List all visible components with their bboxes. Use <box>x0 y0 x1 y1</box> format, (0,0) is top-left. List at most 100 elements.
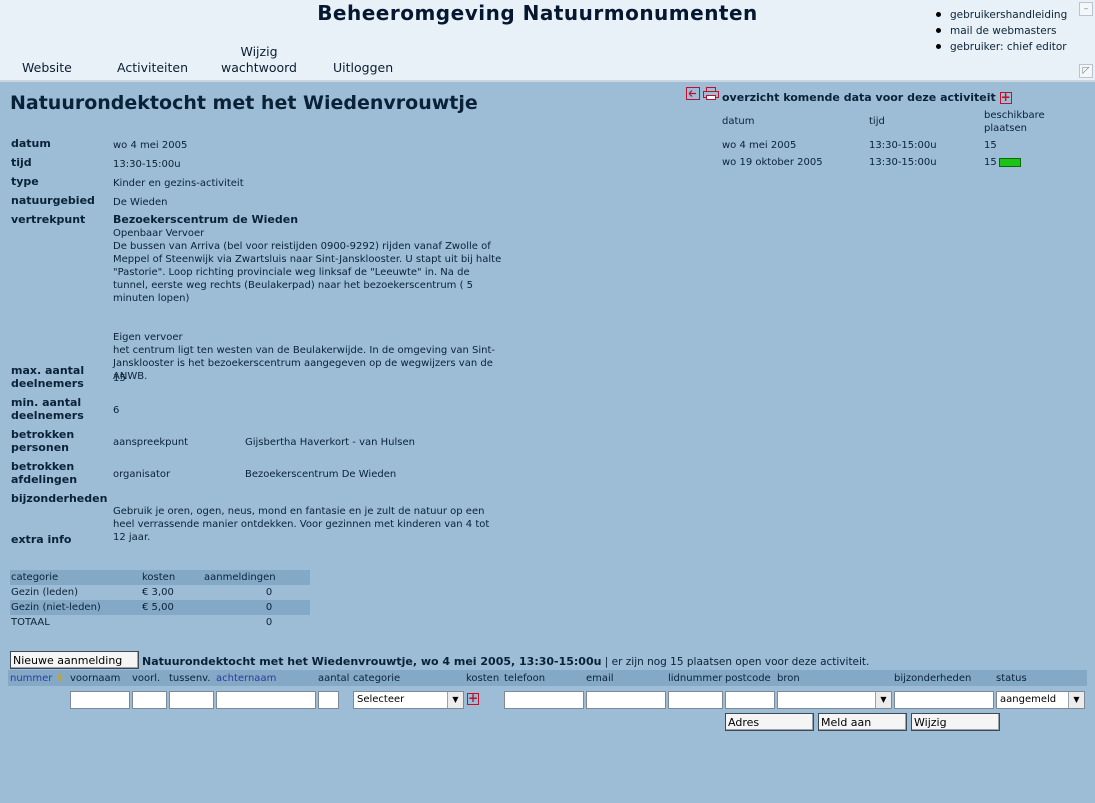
label-type: type <box>11 175 39 188</box>
header-achternaam[interactable]: achternaam <box>216 673 276 684</box>
bullet-icon <box>936 12 941 17</box>
nav-website[interactable]: Website <box>22 60 72 76</box>
header-tussenv: tussenv. <box>169 673 211 684</box>
table-row: Gezin (niet-leden) € 5,00 0 <box>10 600 310 615</box>
label-vertrekpunt: vertrekpunt <box>11 213 86 226</box>
header-status: status <box>996 673 1027 684</box>
overview-col-plaatsen: beschikbare plaatsen <box>984 110 1045 134</box>
meld-aan-button[interactable]: Meld aan <box>818 713 907 731</box>
registration-info: Natuurondektocht met het Wiedenvrouwtje,… <box>142 655 870 668</box>
nav-uitloggen[interactable]: Uitloggen <box>333 60 393 76</box>
bullet-icon <box>936 28 941 33</box>
sort-up-icon: ⇧ <box>55 673 64 684</box>
label-datum: datum <box>11 137 51 150</box>
page-title: Natuurondektocht met het Wiedenvrouwtje <box>10 92 478 114</box>
header-aantal: aantal <box>318 673 350 684</box>
bron-select[interactable]: ▼ <box>777 691 892 709</box>
value-personen-name: Gijsbertha Haverkort - van Hulsen <box>245 437 415 448</box>
header-lidnummer: lidnummer <box>668 673 723 684</box>
label-betrokken-afdelingen: betrokken afdelingen <box>11 460 78 486</box>
new-registration-button[interactable]: Nieuwe aanmelding <box>10 651 139 669</box>
label-extra-info: extra info <box>11 533 72 546</box>
adres-button[interactable]: Adres <box>725 713 814 731</box>
app-title: Beheeromgeving Natuurmonumenten <box>317 1 758 25</box>
link-gebruiker[interactable]: gebruiker: chief editor <box>934 39 1067 55</box>
overview-row-tijd: 13:30-15:00u <box>869 157 937 168</box>
tussenvoegsel-input[interactable] <box>169 691 214 709</box>
print-icon[interactable] <box>703 87 720 100</box>
overview-row-plaatsen: 15 <box>984 156 1021 169</box>
ticket-badge-icon <box>998 157 1021 167</box>
vertrekpunt-eigen-head: Eigen vervoer <box>113 332 183 343</box>
add-date-icon[interactable]: + <box>999 91 1012 104</box>
achternaam-input[interactable] <box>216 691 316 709</box>
value-type: Kinder en gezins-activiteit <box>113 178 244 189</box>
value-afdelingen-name: Bezoekerscentrum De Wieden <box>245 469 397 480</box>
chevron-down-icon: ▼ <box>1068 692 1084 708</box>
bijzonderheden-input[interactable] <box>894 691 994 709</box>
header-voorl: voorl. <box>132 673 161 684</box>
voornaam-input[interactable] <box>70 691 130 709</box>
aantal-input[interactable] <box>318 691 339 709</box>
scroll-up-button[interactable]: – <box>1079 2 1093 16</box>
status-select[interactable]: aangemeld ▼ <box>996 691 1085 709</box>
bullet-icon <box>936 44 941 49</box>
overview-row-plaatsen: 15 <box>984 140 997 151</box>
vertrekpunt-ov-text: De bussen van Arriva (bel voor reistijde… <box>113 241 502 304</box>
overview-row-tijd: 13:30-15:00u <box>869 140 937 151</box>
table-row-total: TOTAAL 0 <box>11 617 273 628</box>
value-tijd: 13:30-15:00u <box>113 159 181 170</box>
overview-col-tijd: tijd <box>869 116 885 127</box>
label-bijzonderheden: bijzonderheden <box>11 492 108 505</box>
overview-col-datum: datum <box>722 116 755 127</box>
telefoon-input[interactable] <box>504 691 584 709</box>
label-max-deelnemers: max. aantal deelnemers <box>11 364 85 390</box>
nav-wijzig-wachtwoord[interactable]: Wijzig wachtwoord <box>218 44 300 76</box>
add-category-icon[interactable]: + <box>467 692 479 705</box>
value-bijzonderheden: Gebruik je oren, ogen, neus, mond en fan… <box>113 506 490 543</box>
resize-handle-icon[interactable]: ◸ <box>1079 64 1093 78</box>
cost-table: categorie kosten aanmeldingen Gezin (led… <box>10 570 310 630</box>
email-input[interactable] <box>586 691 666 709</box>
header-bijzonderheden: bijzonderheden <box>894 673 972 684</box>
user-links: gebruikershandleiding mail de webmasters… <box>934 7 1067 55</box>
header-nummer[interactable]: nummer ⇧ <box>10 673 64 684</box>
header-categorie: categorie <box>353 673 401 684</box>
label-min-deelnemers: min. aantal deelnemers <box>11 396 84 422</box>
overview-title: overzicht komende data voor deze activit… <box>722 90 1012 104</box>
header-telefoon: telefoon <box>504 673 546 684</box>
wijzig-button[interactable]: Wijzig <box>911 713 1000 731</box>
label-natuurgebied: natuurgebied <box>11 194 95 207</box>
nav-activiteiten[interactable]: Activiteiten <box>117 60 188 76</box>
postcode-input[interactable] <box>725 691 775 709</box>
nav-wijzig-line2: wachtwoord <box>221 60 297 75</box>
lidnummer-input[interactable] <box>668 691 723 709</box>
link-mail-webmasters[interactable]: mail de webmasters <box>934 23 1067 39</box>
table-row: Gezin (leden) € 3,00 0 <box>11 587 273 598</box>
overview-icons <box>686 87 720 100</box>
header-email: email <box>586 673 614 684</box>
value-datum: wo 4 mei 2005 <box>113 140 188 151</box>
header-bar: Beheeromgeving Natuurmonumenten Website … <box>0 0 1095 82</box>
header-kosten: kosten <box>466 673 500 684</box>
overview-row-datum[interactable]: wo 4 mei 2005 <box>722 139 796 152</box>
categorie-select[interactable]: Selecteer ▼ <box>353 691 464 709</box>
voorletters-input[interactable] <box>132 691 167 709</box>
label-tijd: tijd <box>11 156 32 169</box>
header-postcode: postcode <box>725 673 771 684</box>
header-bron: bron <box>777 673 800 684</box>
table-header-row: categorie kosten aanmeldingen <box>10 570 310 585</box>
header-voornaam: voornaam <box>70 673 121 684</box>
nav-wijzig-line1: Wijzig <box>240 44 278 59</box>
vertrekpunt-eigen-text: het centrum ligt ten westen van de Beula… <box>113 345 496 382</box>
back-arrow-icon[interactable] <box>686 87 700 100</box>
value-max-deelnemers: 15 <box>113 373 126 384</box>
value-natuurgebied: De Wieden <box>113 197 168 208</box>
overview-row-datum[interactable]: wo 19 oktober 2005 <box>722 156 823 169</box>
value-afdelingen-role: organisator <box>113 469 171 480</box>
vertrekpunt-ov-head: Openbaar Vervoer <box>113 228 205 239</box>
chevron-down-icon: ▼ <box>875 692 891 708</box>
chevron-down-icon: ▼ <box>447 692 463 708</box>
label-betrokken-personen: betrokken personen <box>11 428 75 454</box>
link-gebruikershandleiding[interactable]: gebruikershandleiding <box>934 7 1067 23</box>
